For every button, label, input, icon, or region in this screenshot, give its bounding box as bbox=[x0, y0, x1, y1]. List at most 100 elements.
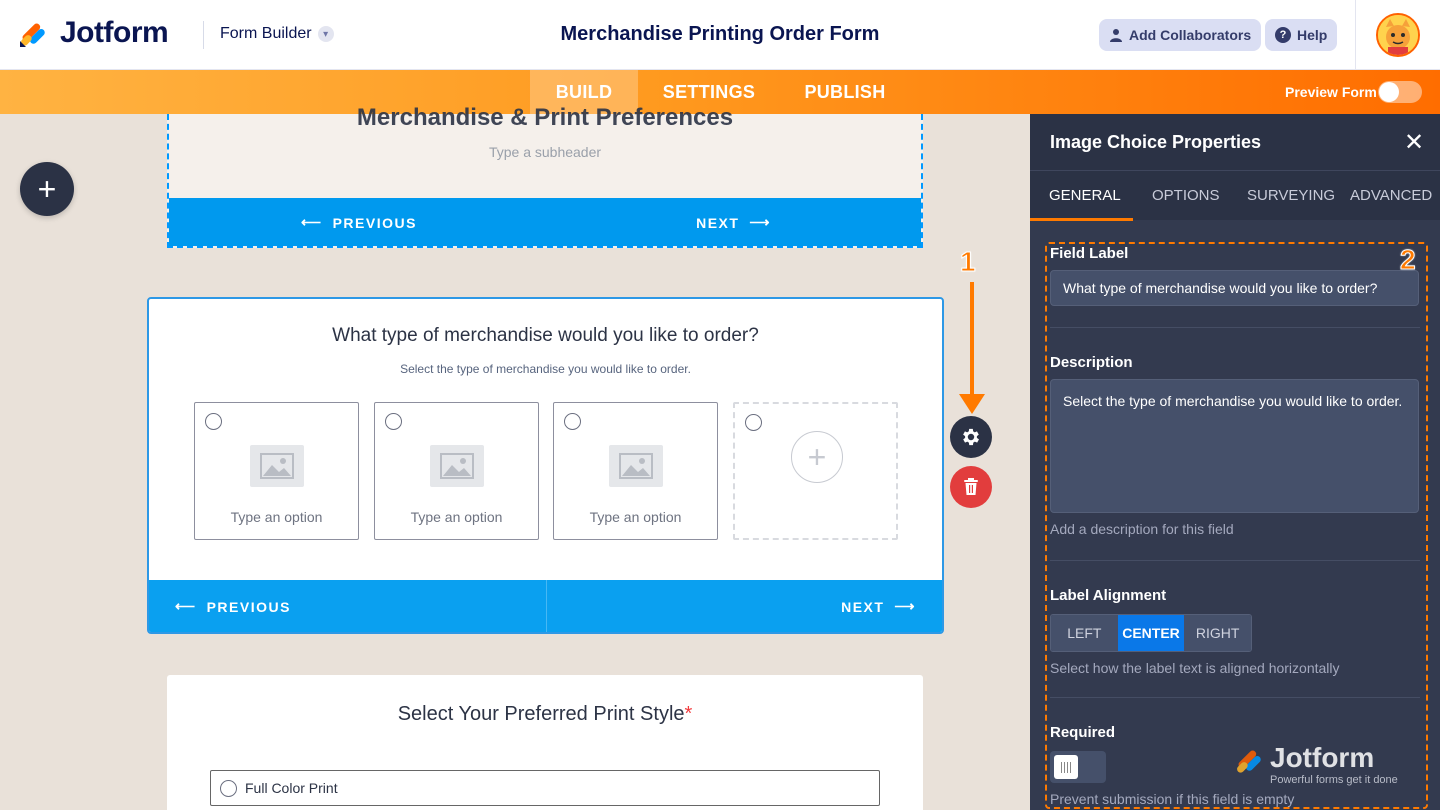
form-builder-label: Form Builder bbox=[220, 25, 312, 42]
next-button[interactable]: NEXT ⟶ bbox=[841, 598, 916, 615]
single-choice-card[interactable]: Select Your Preferred Print Style* Full … bbox=[167, 675, 923, 810]
question-title: Select Your Preferred Print Style bbox=[397, 703, 685, 725]
header-separator bbox=[1355, 0, 1356, 70]
watermark-text: Jotform bbox=[1270, 742, 1375, 773]
tab-options[interactable]: OPTIONS bbox=[1152, 187, 1220, 204]
image-option[interactable]: Type an option bbox=[553, 402, 718, 540]
tab-surveying[interactable]: SURVEYING bbox=[1247, 187, 1335, 204]
jotform-watermark-icon bbox=[1237, 750, 1261, 773]
chevron-down-icon: ▾ bbox=[317, 26, 334, 42]
page-nav-row: ⟵ PREVIOUS NEXT ⟶ bbox=[169, 198, 921, 246]
next-button[interactable]: NEXT ⟶ bbox=[696, 214, 771, 231]
add-option-plus-icon[interactable]: + bbox=[791, 431, 843, 483]
subheader-placeholder[interactable]: Type a subheader bbox=[169, 144, 921, 160]
annotation-number-1: 1 bbox=[960, 246, 977, 278]
choice-radio[interactable] bbox=[220, 779, 237, 797]
add-collaborators-label: Add Collaborators bbox=[1129, 27, 1252, 43]
option-text[interactable]: Type an option bbox=[554, 509, 717, 525]
arrow-left-icon: ⟵ bbox=[301, 214, 323, 230]
question-description[interactable]: Select the type of merchandise you would… bbox=[149, 362, 942, 376]
tab-general[interactable]: GENERAL bbox=[1049, 187, 1121, 204]
tab-advanced[interactable]: ADVANCED bbox=[1350, 187, 1432, 204]
add-element-button[interactable]: + bbox=[20, 162, 74, 216]
preview-form-toggle[interactable] bbox=[1378, 81, 1422, 103]
description-hint: Add a description for this field bbox=[1050, 521, 1234, 537]
required-toggle[interactable] bbox=[1050, 751, 1106, 783]
label-alignment-segmented: LEFT CENTER RIGHT bbox=[1050, 614, 1252, 652]
annotation-arrow-head bbox=[959, 394, 985, 414]
section-divider bbox=[1050, 697, 1420, 698]
page-nav-row: ⟵ PREVIOUS NEXT ⟶ bbox=[149, 580, 942, 632]
page-break-card[interactable]: Merchandise & Print Preferences Type a s… bbox=[167, 104, 923, 248]
jotform-logo-icon bbox=[20, 23, 45, 47]
toggle-knob bbox=[1379, 82, 1399, 102]
image-option[interactable]: Type an option bbox=[374, 402, 539, 540]
section-heading[interactable]: Merchandise & Print Preferences bbox=[169, 104, 921, 132]
required-asterisk: * bbox=[684, 703, 693, 725]
user-avatar-icon bbox=[1378, 15, 1418, 55]
arrow-right-icon: ⟶ bbox=[894, 598, 916, 614]
description-section: Description Select the type of merchandi… bbox=[1050, 354, 1420, 537]
image-choice-card[interactable]: What type of merchandise would you like … bbox=[147, 297, 944, 634]
required-heading: Required bbox=[1050, 724, 1116, 741]
field-label-input[interactable]: What type of merchandise would you like … bbox=[1050, 270, 1419, 306]
section-divider bbox=[1050, 327, 1420, 328]
previous-button[interactable]: ⟵ PREVIOUS bbox=[175, 598, 291, 615]
align-right-button[interactable]: RIGHT bbox=[1184, 615, 1251, 651]
trash-icon bbox=[964, 478, 978, 495]
question-label[interactable]: What type of merchandise would you like … bbox=[149, 325, 942, 347]
previous-label: PREVIOUS bbox=[206, 598, 291, 615]
option-radio[interactable] bbox=[385, 413, 402, 430]
arrow-left-icon: ⟵ bbox=[175, 598, 197, 614]
option-radio[interactable] bbox=[205, 413, 222, 430]
form-title[interactable]: Merchandise Printing Order Form bbox=[561, 23, 880, 45]
active-tab-indicator bbox=[1030, 218, 1133, 221]
previous-label: PREVIOUS bbox=[332, 214, 417, 231]
annotation-arrow bbox=[970, 282, 974, 400]
add-option-tile[interactable]: + bbox=[733, 402, 898, 540]
question-label[interactable]: Select Your Preferred Print Style* bbox=[167, 703, 923, 726]
choice-label: Full Color Print bbox=[245, 780, 338, 796]
question-icon: ? bbox=[1275, 27, 1291, 43]
choice-option[interactable]: Full Color Print bbox=[210, 770, 880, 806]
user-icon bbox=[1110, 29, 1122, 42]
option-text[interactable]: Type an option bbox=[375, 509, 538, 525]
properties-button[interactable] bbox=[950, 416, 992, 458]
properties-panel: Image Choice Properties ✕ GENERAL OPTION… bbox=[1030, 114, 1440, 810]
option-text[interactable]: Type an option bbox=[195, 509, 358, 525]
jotform-watermark: Jotform Powerful forms get it done bbox=[1234, 742, 1398, 786]
panel-title: Image Choice Properties bbox=[1050, 132, 1262, 152]
delete-button[interactable] bbox=[950, 466, 992, 508]
field-label-heading: Field Label bbox=[1050, 245, 1129, 262]
jotform-logo[interactable]: Jotform bbox=[18, 16, 169, 50]
option-radio[interactable] bbox=[564, 413, 581, 430]
close-icon[interactable]: ✕ bbox=[1404, 128, 1424, 157]
align-center-button[interactable]: CENTER bbox=[1117, 615, 1185, 651]
image-placeholder-icon[interactable] bbox=[430, 445, 484, 487]
label-alignment-hint: Select how the label text is aligned hor… bbox=[1050, 660, 1340, 676]
next-label: NEXT bbox=[841, 598, 885, 615]
description-textarea[interactable]: Select the type of merchandise you would… bbox=[1050, 379, 1419, 513]
help-button[interactable]: ? Help bbox=[1265, 19, 1338, 51]
image-option[interactable]: Type an option bbox=[194, 402, 359, 540]
form-builder-dropdown[interactable]: Form Builder ▾ bbox=[220, 25, 334, 43]
align-left-button[interactable]: LEFT bbox=[1051, 615, 1118, 651]
required-hint: Prevent submission if this field is empt… bbox=[1050, 791, 1295, 807]
plus-icon: + bbox=[37, 170, 57, 207]
image-placeholder-icon[interactable] bbox=[609, 445, 663, 487]
header-divider bbox=[203, 21, 204, 49]
next-label: NEXT bbox=[696, 214, 740, 231]
avatar[interactable] bbox=[1376, 13, 1420, 57]
description-heading: Description bbox=[1050, 354, 1133, 371]
add-collaborators-button[interactable]: Add Collaborators bbox=[1099, 19, 1262, 51]
image-placeholder-icon[interactable] bbox=[250, 445, 304, 487]
annotation-number-2: 2 bbox=[1400, 244, 1417, 276]
toggle-handle-icon bbox=[1054, 755, 1078, 779]
preview-form-label: Preview Form bbox=[1285, 84, 1377, 100]
label-alignment-heading: Label Alignment bbox=[1050, 587, 1167, 604]
previous-button[interactable]: ⟵ PREVIOUS bbox=[301, 214, 417, 231]
option-radio bbox=[745, 414, 762, 431]
panel-tabs: GENERAL OPTIONS SURVEYING ADVANCED bbox=[1030, 170, 1440, 221]
top-bar: Jotform Form Builder ▾ Merchandise Print… bbox=[0, 0, 1440, 70]
section-divider bbox=[1050, 560, 1420, 561]
